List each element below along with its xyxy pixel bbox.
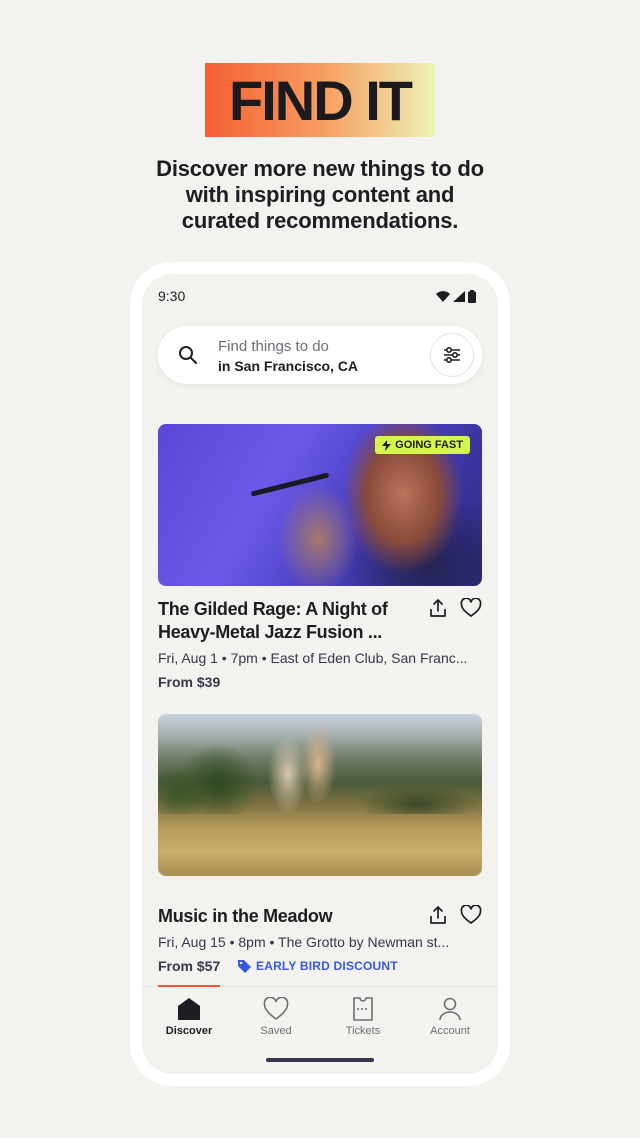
heart-icon[interactable] <box>460 905 482 925</box>
home-icon <box>178 998 200 1020</box>
lightning-icon <box>382 439 392 451</box>
tab-label: Saved <box>260 1025 292 1037</box>
event-image-concert[interactable]: GOING FAST <box>158 424 482 586</box>
promo-label: EARLY BIRD DISCOUNT <box>256 959 398 973</box>
status-icons <box>436 290 476 303</box>
hero-subtitle-line: with inspiring content and <box>185 182 455 207</box>
share-icon[interactable] <box>428 905 448 925</box>
tab-label: Account <box>430 1025 470 1037</box>
hero-title-banner: FIND IT <box>205 63 435 137</box>
hero-subtitle-line: curated recommendations. <box>181 208 459 233</box>
going-fast-badge: GOING FAST <box>375 436 470 454</box>
event-meta: Fri, Aug 15 • 8pm • The Grotto by Newman… <box>158 934 450 950</box>
wifi-icon <box>436 291 450 302</box>
active-tab-indicator <box>158 985 220 987</box>
search-bar[interactable]: Find things to do in San Francisco, CA <box>158 326 482 384</box>
battery-icon <box>468 290 476 303</box>
microphone-shape <box>250 472 330 497</box>
ticket-icon <box>353 997 373 1021</box>
tab-account[interactable]: Account <box>410 997 490 1037</box>
tag-icon <box>238 959 251 973</box>
tab-discover[interactable]: Discover <box>149 997 229 1037</box>
tab-saved[interactable]: Saved <box>236 997 316 1037</box>
event-meta: Fri, Aug 1 • 7pm • East of Eden Club, Sa… <box>158 650 468 666</box>
heart-icon <box>263 997 289 1021</box>
badge-label: GOING FAST <box>395 439 463 451</box>
search-placeholder: Find things to do <box>218 338 329 355</box>
event-title[interactable]: The Gilded Rage: A Night of Heavy-Metal … <box>158 598 408 644</box>
search-icon <box>179 346 197 364</box>
filter-button[interactable] <box>430 333 474 377</box>
tab-tickets[interactable]: Tickets <box>323 997 403 1037</box>
event-title-line: The Gilded Rage: A Night of <box>158 599 388 619</box>
filter-icon <box>444 346 460 364</box>
home-indicator[interactable] <box>266 1058 374 1062</box>
people-shape <box>258 724 348 824</box>
event-price: From $39 <box>158 674 221 690</box>
event-title[interactable]: Music in the Meadow <box>158 905 408 928</box>
hero-subtitle-line: Discover more new things to do <box>156 156 484 181</box>
early-bird-promo: EARLY BIRD DISCOUNT <box>238 959 398 973</box>
app-screen: 9:30 Find things to do in San Francisco,… <box>142 274 498 1074</box>
event-image-meadow[interactable] <box>158 714 482 876</box>
signal-icon <box>453 291 465 302</box>
heart-icon[interactable] <box>460 598 482 618</box>
tab-label: Discover <box>165 1025 213 1037</box>
bottom-tab-bar: Discover Saved Tickets Account <box>142 985 498 1074</box>
hero-title: FIND IT <box>229 68 413 132</box>
hero-subtitle: Discover more new things to do with insp… <box>120 156 520 234</box>
event-actions <box>428 905 482 925</box>
tab-label: Tickets <box>345 1025 381 1037</box>
event-title-line: Heavy-Metal Jazz Fusion ... <box>158 622 382 642</box>
status-time: 9:30 <box>158 288 186 304</box>
phone-frame: 9:30 Find things to do in San Francisco,… <box>130 262 510 1086</box>
share-icon[interactable] <box>428 598 448 618</box>
event-actions <box>428 598 482 618</box>
search-location: in San Francisco, CA <box>218 358 359 374</box>
event-price: From $57 <box>158 958 221 974</box>
person-icon <box>439 997 461 1021</box>
